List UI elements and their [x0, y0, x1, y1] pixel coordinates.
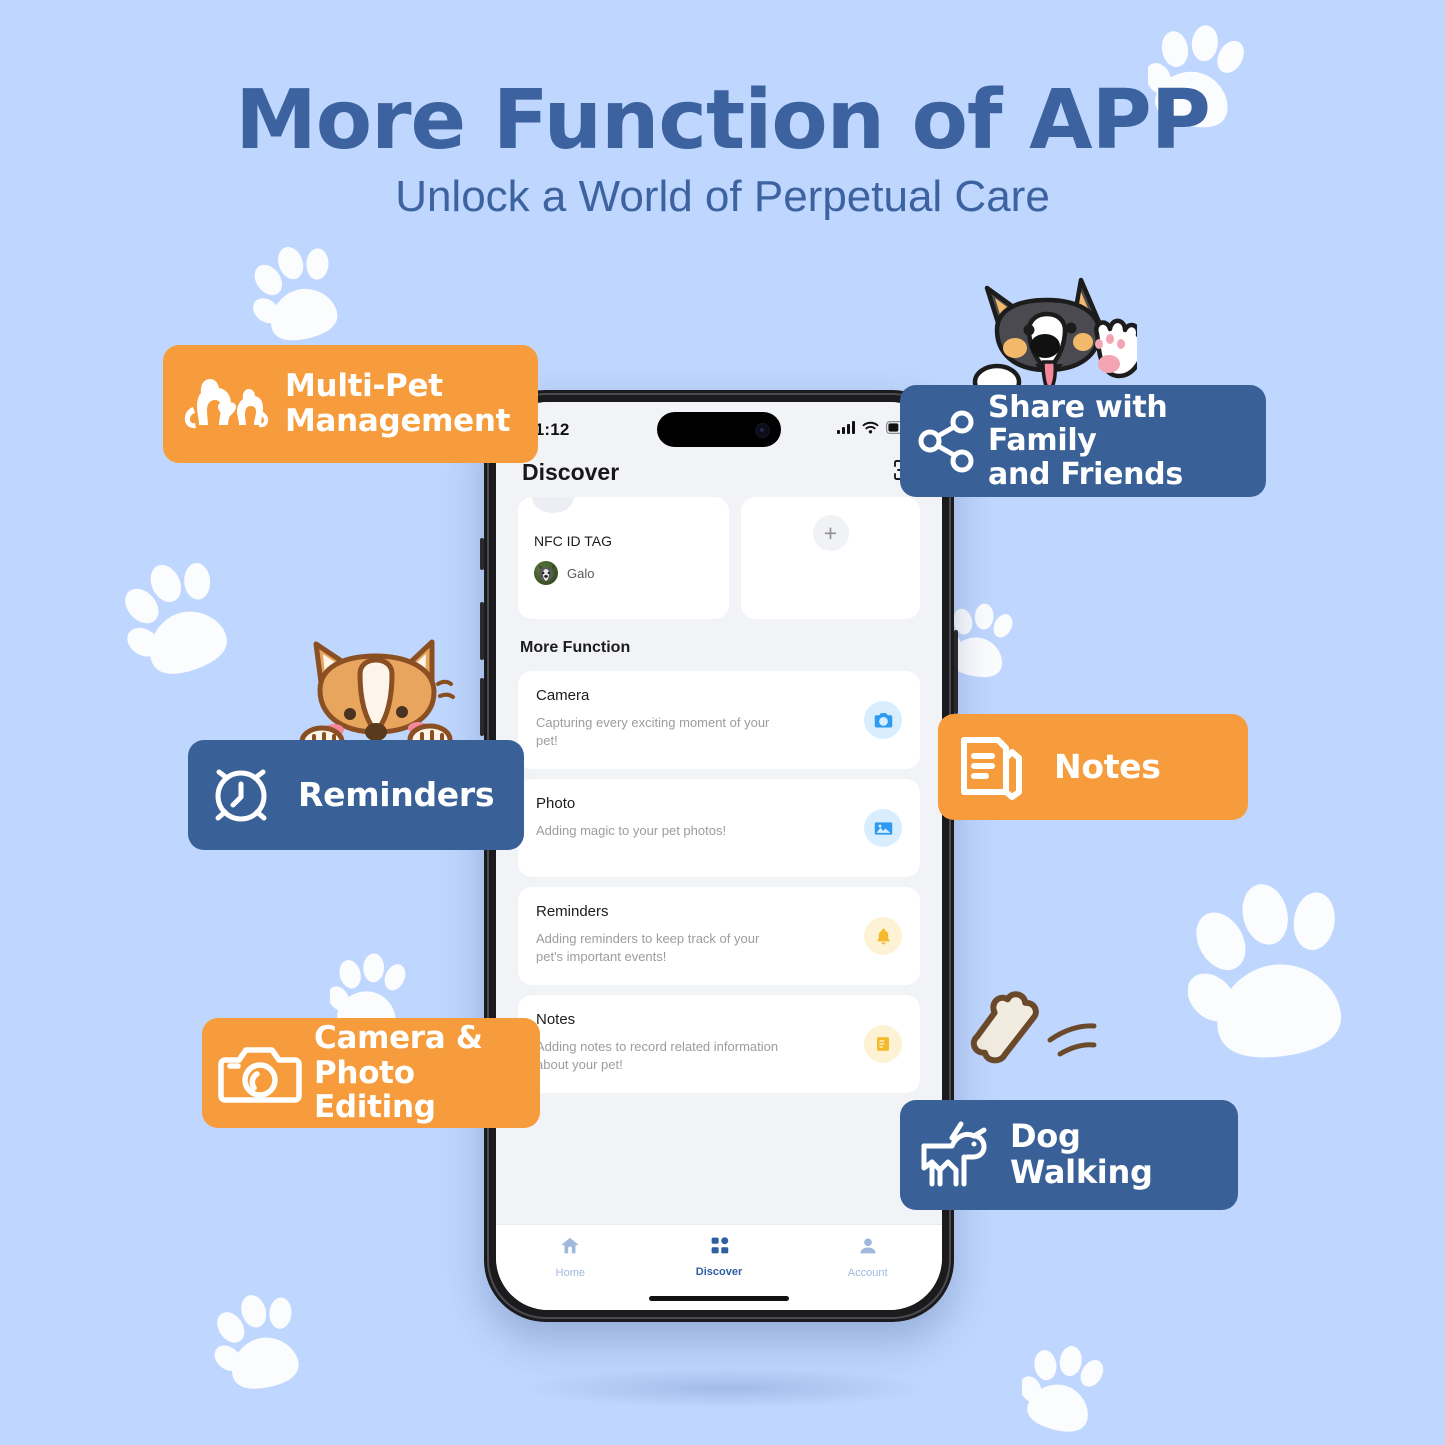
page-title-discover: Discover	[522, 459, 620, 485]
paw-print-icon	[1188, 872, 1358, 1068]
home-indicator[interactable]	[649, 1296, 789, 1301]
function-card-photo[interactable]: Photo Adding magic to your pet photos!	[518, 779, 920, 877]
feature-badge-notes[interactable]: Notes	[938, 714, 1248, 820]
badge-label: Share with Family and Friends	[988, 389, 1183, 492]
tab-home[interactable]: Home	[496, 1235, 645, 1279]
function-text: Photo Adding magic to your pet photos!	[536, 795, 902, 840]
dog-leash-icon	[914, 1116, 998, 1194]
camera-icon	[218, 1038, 302, 1108]
camera-icon	[864, 701, 902, 739]
feature-badge-reminders[interactable]: Reminders	[188, 740, 524, 850]
badge-label: Reminders	[298, 774, 495, 814]
phone-mute-switch[interactable]	[480, 538, 484, 570]
badge-label: Notes	[1054, 746, 1161, 786]
function-description: Capturing every exciting moment of your …	[536, 715, 770, 748]
infographic-canvas: More Function of APP Unlock a World of P…	[0, 0, 1445, 1445]
phone-screen: 11:12 Discover NFC ID TAG Galo + More Fu…	[496, 402, 942, 1310]
function-description: Adding reminders to keep track of your p…	[536, 931, 760, 964]
app-header: Discover	[496, 452, 942, 497]
function-description: Adding notes to record related informati…	[536, 1039, 779, 1072]
wifi-icon	[862, 421, 879, 439]
phone-power-button[interactable]	[954, 630, 958, 714]
function-name: Photo	[536, 795, 576, 812]
corgi-tan-peeking-icon	[292, 632, 462, 759]
nfc-tag-title: NFC ID TAG	[534, 533, 613, 549]
signal-bars-icon	[837, 421, 855, 439]
bell-icon	[864, 917, 902, 955]
function-text: Reminders Adding reminders to keep track…	[536, 903, 902, 965]
tab-label: Account	[847, 1267, 888, 1279]
paw-print-icon	[1022, 1340, 1106, 1436]
notebook-icon	[864, 1025, 902, 1063]
paw-print-icon	[124, 556, 232, 678]
function-name: Notes	[536, 1011, 576, 1028]
card-decoration	[532, 497, 574, 513]
pet-avatar	[534, 561, 558, 585]
function-list: Camera Capturing every exciting moment o…	[518, 671, 920, 1093]
page-subtitle: Unlock a World of Perpetual Care	[395, 172, 1050, 221]
alarm-clock-icon	[204, 758, 278, 832]
feature-badge-share-with-family[interactable]: Share with Family and Friends	[900, 385, 1266, 497]
discover-content: NFC ID TAG Galo + More Function Camera C…	[496, 497, 942, 1232]
function-card-reminders[interactable]: Reminders Adding reminders to keep track…	[518, 887, 920, 985]
paw-print-icon	[214, 1288, 306, 1394]
front-camera-lens	[755, 423, 770, 438]
pet-name: Galo	[567, 565, 595, 581]
paw-print-icon	[252, 240, 344, 345]
photo-image-icon	[864, 809, 902, 847]
phone-mockup: 11:12 Discover NFC ID TAG Galo + More Fu…	[480, 390, 958, 1322]
function-card-notes[interactable]: Notes Adding notes to record related inf…	[518, 995, 920, 1093]
nfc-tag-pet: Galo	[534, 561, 713, 585]
tab-label: Discover	[695, 1266, 743, 1278]
status-bar: 11:12	[496, 402, 942, 452]
feature-badge-dog-walking[interactable]: Dog Walking	[900, 1100, 1238, 1210]
feature-badge-camera-photo-editing[interactable]: Camera & Photo Editing	[202, 1018, 540, 1128]
person-icon	[857, 1235, 879, 1262]
badge-label: Dog Walking	[1010, 1117, 1153, 1191]
dog-cat-heart-icon	[181, 369, 273, 439]
phone-shadow	[520, 1368, 932, 1408]
add-tag-card[interactable]: +	[741, 497, 920, 619]
nfc-id-tag-card[interactable]: NFC ID TAG Galo	[518, 497, 729, 619]
tab-account[interactable]: Account	[793, 1235, 942, 1279]
bottom-tab-bar: Home Discover Account	[496, 1224, 942, 1310]
grid-icon	[709, 1235, 730, 1261]
home-icon	[559, 1235, 581, 1262]
tab-discover[interactable]: Discover	[645, 1235, 794, 1278]
plus-icon[interactable]: +	[812, 515, 849, 551]
function-name: Reminders	[536, 903, 609, 920]
share-network-icon	[916, 405, 978, 477]
function-text: Notes Adding notes to record related inf…	[536, 1011, 902, 1073]
tag-card-row: NFC ID TAG Galo +	[518, 497, 920, 619]
function-card-camera[interactable]: Camera Capturing every exciting moment o…	[518, 671, 920, 769]
corgi-tricolor-waving-icon	[957, 272, 1150, 401]
tab-label: Home	[555, 1267, 585, 1279]
phone-volume-up[interactable]	[480, 602, 484, 660]
dynamic-island	[657, 412, 781, 447]
page-title: More Function of APP	[235, 73, 1211, 168]
flying-bone-icon	[962, 988, 1114, 1080]
phone-volume-down[interactable]	[480, 678, 484, 736]
badge-label: Camera & Photo Editing	[314, 1019, 483, 1126]
function-description: Adding magic to your pet photos!	[536, 823, 727, 838]
section-label-more-function: More Function	[520, 639, 631, 656]
note-pencil-icon	[954, 730, 1028, 804]
feature-badge-multi-pet-management[interactable]: Multi-Pet Management	[163, 345, 538, 463]
function-text: Camera Capturing every exciting moment o…	[536, 687, 902, 749]
badge-label: Multi-Pet Management	[285, 368, 511, 439]
function-name: Camera	[536, 687, 590, 704]
